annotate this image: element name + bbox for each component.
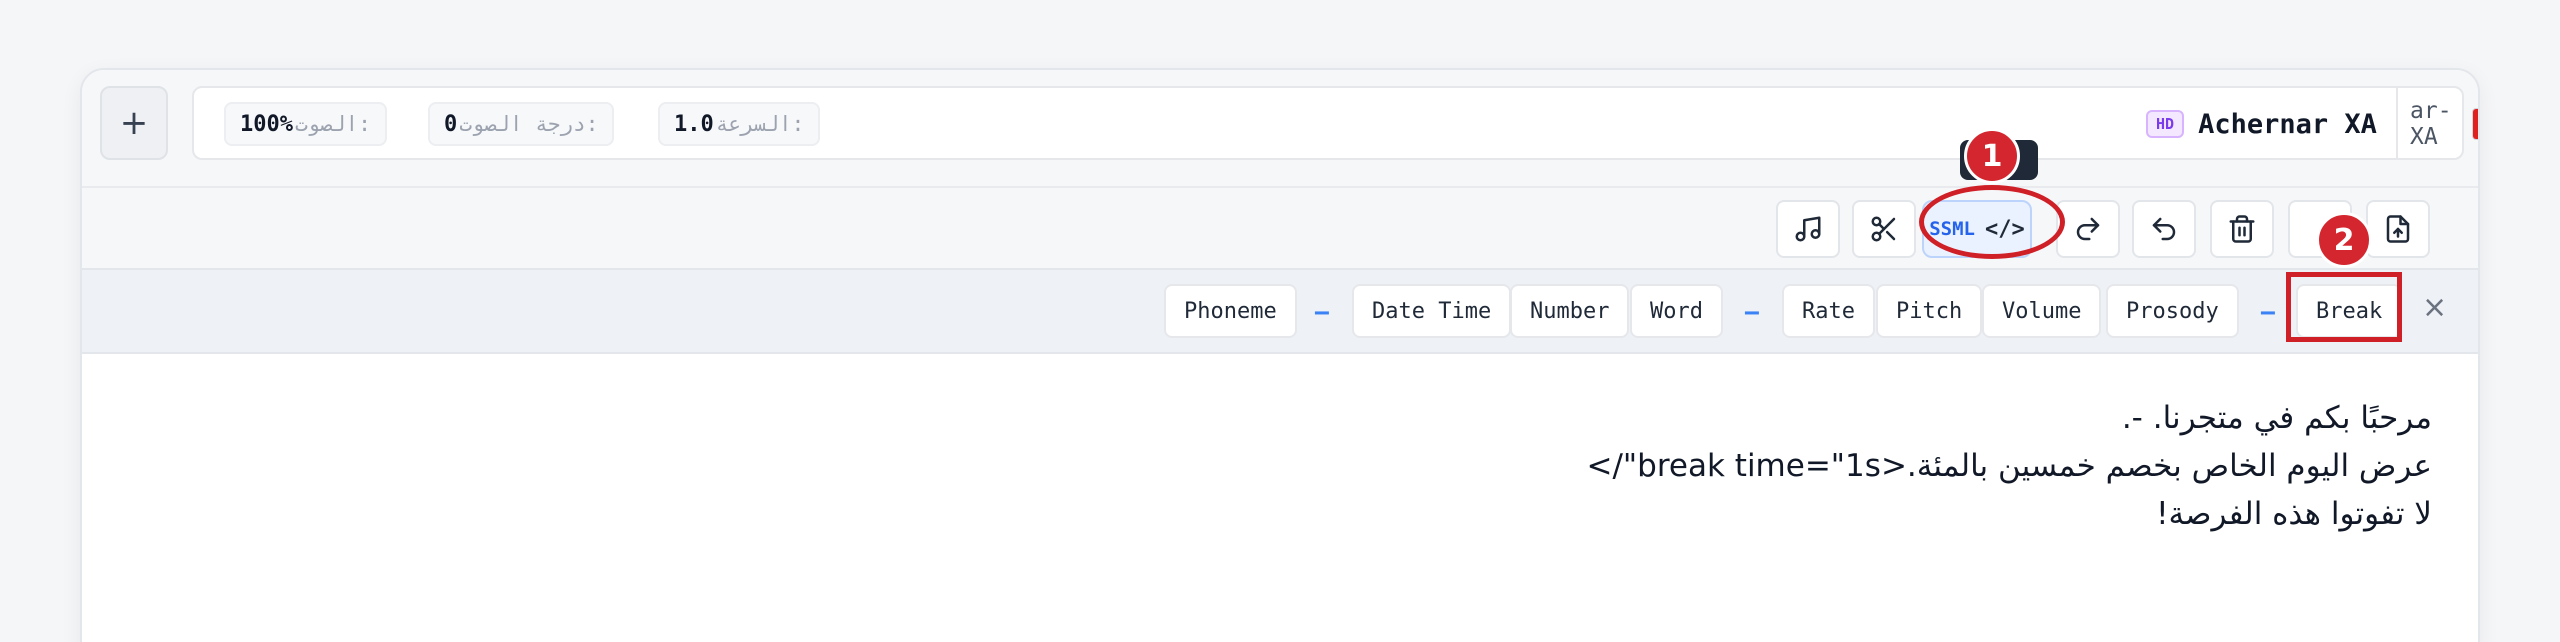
speed-chip[interactable]: 1.0 السرعة: — [658, 102, 821, 146]
voice-name: Achernar XA — [2198, 108, 2377, 140]
volume-label: الصوت: — [294, 112, 371, 136]
speed-value: 1.0 — [674, 111, 714, 137]
undo-button[interactable] — [2132, 200, 2196, 258]
tag-prosody[interactable]: Prosody — [2106, 284, 2239, 338]
tag-rate[interactable]: Rate — [1782, 284, 1875, 338]
music-note-icon — [1795, 216, 1821, 242]
locale-code: ar-XA — [2410, 98, 2452, 150]
tag-volume[interactable]: Volume — [1982, 284, 2102, 338]
add-block-button[interactable]: + — [100, 86, 168, 160]
voice-settings-row: + 100% الصوت: 0 درجة الصوت: 1.0 السرعة: HD … — [82, 70, 2478, 186]
delete-button[interactable] — [2210, 200, 2274, 258]
redo-icon — [2076, 217, 2100, 241]
tag-number[interactable]: Number — [1510, 284, 1630, 338]
annotation-ring-ssml — [1919, 185, 2065, 259]
editor-toolbar: SSML </> — [82, 186, 2478, 268]
tag-separator: − — [1314, 298, 1330, 328]
volume-chip[interactable]: 100% الصوت: — [224, 102, 387, 146]
pitch-chip[interactable]: 0 درجة الصوت: — [428, 102, 615, 146]
tag-word[interactable]: Word — [1630, 284, 1723, 338]
file-upload-icon — [2386, 215, 2410, 243]
tag-pitch[interactable]: Pitch — [1876, 284, 1983, 338]
tag-separator: − — [1744, 298, 1760, 328]
voice-selector[interactable]: HD Achernar XA — [2146, 100, 2377, 148]
tag-separator: − — [2260, 298, 2276, 328]
text-editor[interactable]: مرحبًا بكم في متجرنا. -. عرض اليوم الخاص… — [82, 354, 2478, 642]
tag-phoneme[interactable]: Phoneme — [1164, 284, 1297, 338]
editor-line: لا تفوتوا هذه الفرصة! — [2156, 496, 2432, 532]
scissors-icon — [1871, 216, 1896, 242]
close-tags-icon[interactable]: × — [2422, 290, 2447, 325]
tts-editor-card: + 100% الصوت: 0 درجة الصوت: 1.0 السرعة: HD … — [80, 68, 2480, 642]
annotation-marker-2: 2 — [2316, 212, 2372, 268]
music-button[interactable] — [1776, 200, 1840, 258]
pitch-value: 0 — [444, 111, 458, 137]
annotation-box-break — [2286, 272, 2402, 342]
pitch-label: درجة الصوت: — [459, 112, 599, 136]
cut-button[interactable] — [1852, 200, 1916, 258]
uae-flag-icon — [2472, 108, 2478, 140]
divider — [2396, 88, 2398, 158]
undo-icon — [2152, 217, 2176, 241]
tag-date-time[interactable]: Date Time — [1352, 284, 1512, 338]
trash-icon — [2229, 215, 2255, 243]
redo-button[interactable] — [2056, 200, 2120, 258]
voice-settings-bar[interactable]: 100% الصوت: 0 درجة الصوت: 1.0 السرعة: HD Ac… — [192, 86, 2478, 160]
speed-label: السرعة: — [715, 112, 805, 136]
hd-badge: HD — [2146, 110, 2185, 138]
volume-value: 100% — [240, 111, 293, 137]
editor-line: مرحبًا بكم في متجرنا. -. — [2121, 400, 2432, 436]
ssml-tags-bar: Phoneme − Date Time Number Word − Rate P… — [82, 268, 2478, 354]
annotation-marker-1: 1 — [1964, 128, 2020, 184]
editor-line: عرض اليوم الخاص بخصم خمسين بالمئة.<break… — [1586, 448, 2432, 484]
export-button[interactable] — [2366, 200, 2430, 258]
locale-selector[interactable]: ar-XA — [2410, 98, 2478, 150]
